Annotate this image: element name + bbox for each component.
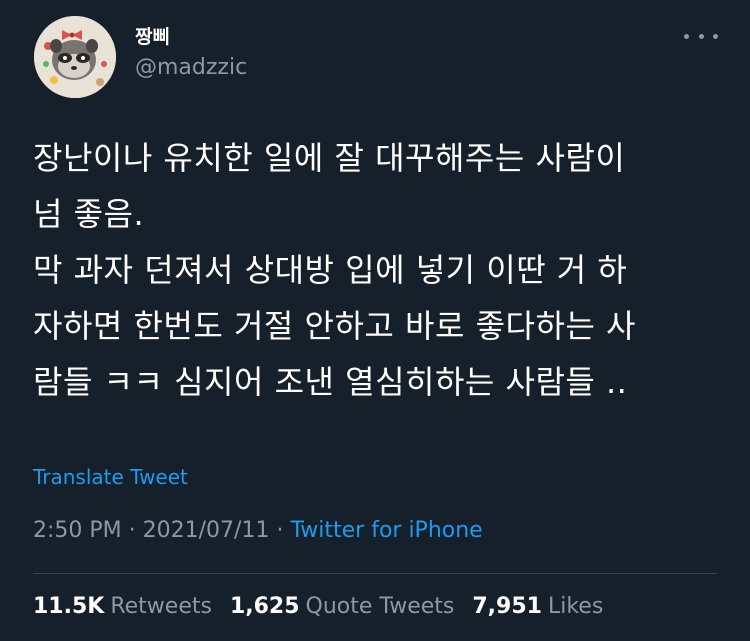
retweets-label: Retweets [110,594,212,619]
tweet-metadata: 2:50 PM · 2021/07/11 · Twitter for iPhon… [33,518,483,543]
quote-tweets-count: 1,625 [229,594,300,619]
divider [33,573,717,574]
more-horizontal-icon-dot [698,33,704,39]
tweet-detail: 짱삐 @madzzic 장난이나 유치한 일에 잘 대꾸해주는 사람이 넘 좋음… [0,0,750,641]
tweet-stats: 11.5K Retweets 1,625 Quote Tweets 7,951 Lik… [33,594,603,619]
more-options-button[interactable] [684,26,718,46]
likes-count: 7,951 [472,594,542,619]
more-horizontal-icon-dot [713,33,718,39]
more-horizontal-icon [684,33,689,39]
meta-separator: · [276,518,284,543]
quote-tweets-stat[interactable]: 1,625 Quote Tweets [230,594,454,619]
translate-tweet-link[interactable]: Translate Tweet [33,465,188,489]
likes-label: Likes [547,594,604,619]
tweet-source-link[interactable]: Twitter for iPhone [290,518,482,543]
user-handle[interactable]: @madzzic [135,55,247,80]
likes-stat[interactable]: 7,951 Likes [472,594,603,619]
tweet-time[interactable]: 2:50 PM [33,518,122,543]
retweets-count: 11.5K [33,594,105,619]
avatar[interactable] [34,16,116,98]
avatar-image [34,16,116,98]
quote-tweets-label: Quote Tweets [305,594,455,619]
tweet-date[interactable]: 2021/07/11 [143,518,270,543]
meta-separator: · [128,518,136,543]
retweets-stat[interactable]: 11.5K Retweets [33,594,212,619]
tweet-text: 장난이나 유치한 일에 잘 대꾸해주는 사람이 넘 좋음. 막 과자 던져서 상… [33,139,636,401]
display-name[interactable]: 짱삐 [135,22,170,49]
